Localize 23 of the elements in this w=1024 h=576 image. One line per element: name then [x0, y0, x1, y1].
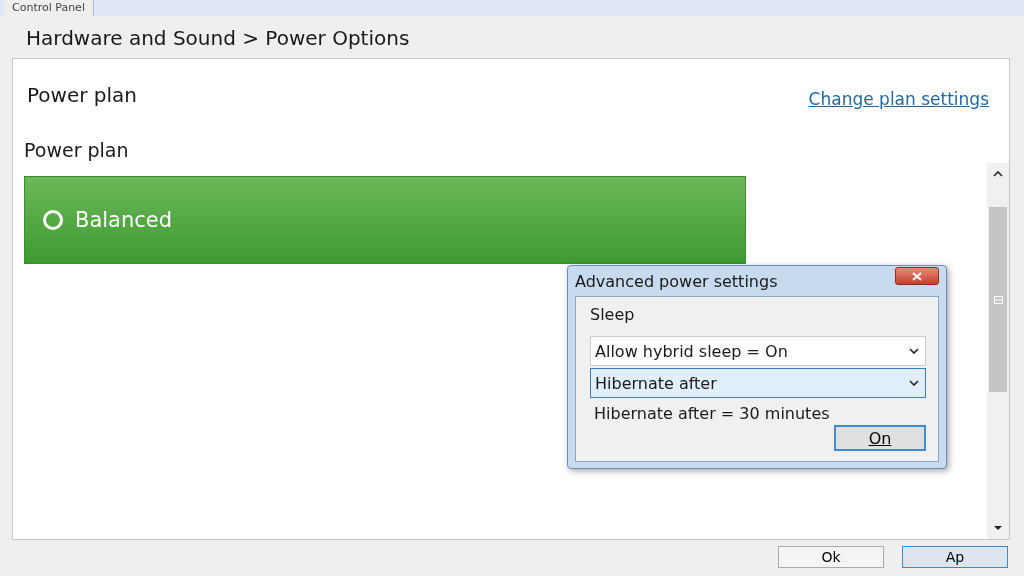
section-title: Power plan	[27, 83, 137, 107]
close-button[interactable]	[895, 267, 939, 285]
status-text: Hibernate after = 30 minutes	[593, 403, 831, 425]
dropdown[interactable]: Allow hybrid sleep = On	[590, 336, 926, 366]
close-icon	[912, 271, 922, 281]
plan-list-label: Power plan	[23, 138, 130, 161]
tab[interactable]: Control Panel	[4, 0, 94, 16]
dialog-title: Advanced power settings	[575, 271, 778, 291]
dialog-button[interactable]: Ok	[778, 546, 884, 568]
change-plan-settings-link[interactable]: Change plan settings	[808, 89, 989, 109]
chevron-down-icon	[909, 348, 919, 354]
dialog-button[interactable]: Ap	[902, 546, 1008, 568]
breadcrumb: Hardware and Sound > Power Options	[25, 26, 411, 50]
scroll-down-icon[interactable]	[993, 525, 1003, 531]
section-heading: Sleep	[590, 305, 636, 324]
on-button[interactable]: On	[834, 425, 926, 451]
grip-icon	[993, 295, 1003, 304]
scroll-thumb[interactable]	[989, 207, 1007, 392]
radio-icon	[43, 210, 63, 230]
scroll-up-icon[interactable]	[993, 171, 1003, 177]
chevron-down-icon	[909, 380, 919, 386]
scrollbar[interactable]	[987, 163, 1009, 539]
dropdown[interactable]: Hibernate after	[590, 368, 926, 398]
